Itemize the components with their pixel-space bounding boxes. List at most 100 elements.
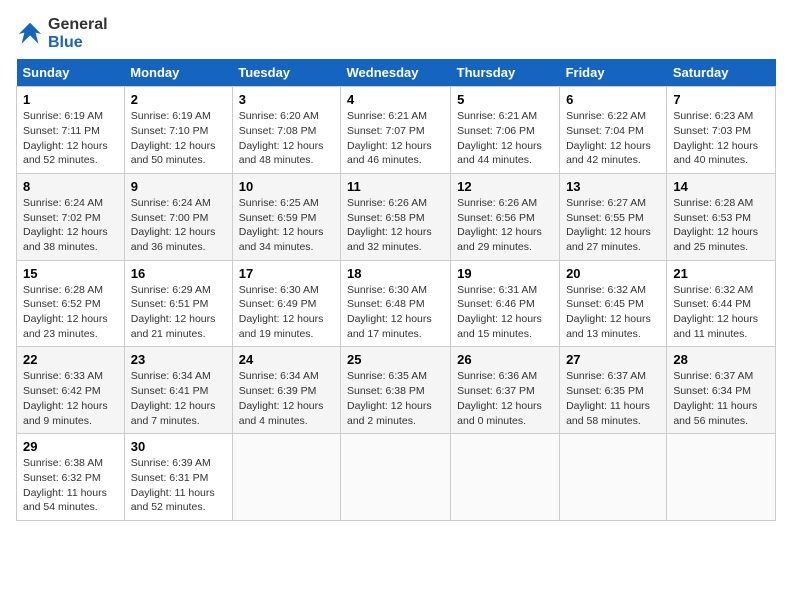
logo: General Blue bbox=[16, 16, 108, 51]
day-number: 27 bbox=[566, 352, 660, 367]
day-number: 7 bbox=[673, 92, 769, 107]
day-info: Sunrise: 6:34 AM Sunset: 6:39 PM Dayligh… bbox=[239, 369, 334, 428]
calendar-cell: 10 Sunrise: 6:25 AM Sunset: 6:59 PM Dayli… bbox=[232, 173, 340, 260]
calendar-cell: 6Sunrise: 6:22 AM Sunset: 7:04 PM Daylig… bbox=[560, 87, 667, 174]
calendar-cell: 20 Sunrise: 6:32 AM Sunset: 6:45 PM Dayli… bbox=[560, 260, 667, 347]
calendar-cell: 12 Sunrise: 6:26 AM Sunset: 6:56 PM Dayli… bbox=[451, 173, 560, 260]
day-info: Sunrise: 6:33 AM Sunset: 6:42 PM Dayligh… bbox=[23, 369, 118, 428]
calendar-week-4: 22 Sunrise: 6:33 AM Sunset: 6:42 PM Dayli… bbox=[17, 347, 776, 434]
calendar-week-1: 1Sunrise: 6:19 AM Sunset: 7:11 PM Daylig… bbox=[17, 87, 776, 174]
calendar-cell: 2 Sunrise: 6:19 AM Sunset: 7:10 PM Daylig… bbox=[124, 87, 232, 174]
day-info: Sunrise: 6:27 AM Sunset: 6:55 PM Dayligh… bbox=[566, 196, 660, 255]
logo-icon bbox=[16, 20, 44, 48]
day-info: Sunrise: 6:30 AM Sunset: 6:48 PM Dayligh… bbox=[347, 283, 444, 342]
page-header: General Blue bbox=[16, 16, 776, 51]
day-info: Sunrise: 6:25 AM Sunset: 6:59 PM Dayligh… bbox=[239, 196, 334, 255]
day-number: 24 bbox=[239, 352, 334, 367]
day-number: 22 bbox=[23, 352, 118, 367]
calendar-header-row: SundayMondayTuesdayWednesdayThursdayFrid… bbox=[17, 59, 776, 87]
calendar-cell: 16 Sunrise: 6:29 AM Sunset: 6:51 PM Dayli… bbox=[124, 260, 232, 347]
calendar-cell: 19 Sunrise: 6:31 AM Sunset: 6:46 PM Dayli… bbox=[451, 260, 560, 347]
calendar-cell bbox=[451, 434, 560, 521]
day-info: Sunrise: 6:38 AM Sunset: 6:32 PM Dayligh… bbox=[23, 456, 118, 515]
calendar-cell: 24 Sunrise: 6:34 AM Sunset: 6:39 PM Dayli… bbox=[232, 347, 340, 434]
calendar-cell: 25 Sunrise: 6:35 AM Sunset: 6:38 PM Dayli… bbox=[340, 347, 450, 434]
calendar-table: SundayMondayTuesdayWednesdayThursdayFrid… bbox=[16, 59, 776, 521]
day-info: Sunrise: 6:37 AM Sunset: 6:35 PM Dayligh… bbox=[566, 369, 660, 428]
calendar-cell: 15 Sunrise: 6:28 AM Sunset: 6:52 PM Dayli… bbox=[17, 260, 125, 347]
day-number: 2 bbox=[131, 92, 226, 107]
column-header-wednesday: Wednesday bbox=[340, 59, 450, 87]
day-number: 9 bbox=[131, 179, 226, 194]
day-number: 30 bbox=[131, 439, 226, 454]
day-number: 20 bbox=[566, 266, 660, 281]
day-info: Sunrise: 6:30 AM Sunset: 6:49 PM Dayligh… bbox=[239, 283, 334, 342]
day-info: Sunrise: 6:28 AM Sunset: 6:52 PM Dayligh… bbox=[23, 283, 118, 342]
day-info: Sunrise: 6:19 AM Sunset: 7:10 PM Dayligh… bbox=[131, 109, 226, 168]
day-number: 4 bbox=[347, 92, 444, 107]
day-number: 15 bbox=[23, 266, 118, 281]
calendar-cell bbox=[232, 434, 340, 521]
calendar-cell: 7 Sunrise: 6:23 AM Sunset: 7:03 PM Daylig… bbox=[667, 87, 776, 174]
day-number: 5 bbox=[457, 92, 553, 107]
day-number: 16 bbox=[131, 266, 226, 281]
column-header-tuesday: Tuesday bbox=[232, 59, 340, 87]
calendar-cell: 13 Sunrise: 6:27 AM Sunset: 6:55 PM Dayli… bbox=[560, 173, 667, 260]
day-info: Sunrise: 6:24 AM Sunset: 7:00 PM Dayligh… bbox=[131, 196, 226, 255]
day-number: 3 bbox=[239, 92, 334, 107]
calendar-cell: 4 Sunrise: 6:21 AM Sunset: 7:07 PM Daylig… bbox=[340, 87, 450, 174]
column-header-saturday: Saturday bbox=[667, 59, 776, 87]
day-number: 8 bbox=[23, 179, 118, 194]
column-header-thursday: Thursday bbox=[451, 59, 560, 87]
day-info: Sunrise: 6:32 AM Sunset: 6:45 PM Dayligh… bbox=[566, 283, 660, 342]
day-number: 28 bbox=[673, 352, 769, 367]
column-header-friday: Friday bbox=[560, 59, 667, 87]
day-info: Sunrise: 6:35 AM Sunset: 6:38 PM Dayligh… bbox=[347, 369, 444, 428]
calendar-cell: 17 Sunrise: 6:30 AM Sunset: 6:49 PM Dayli… bbox=[232, 260, 340, 347]
day-info: Sunrise: 6:21 AM Sunset: 7:07 PM Dayligh… bbox=[347, 109, 444, 168]
day-number: 1 bbox=[23, 92, 118, 107]
day-info: Sunrise: 6:21 AM Sunset: 7:06 PM Dayligh… bbox=[457, 109, 553, 168]
day-info: Sunrise: 6:37 AM Sunset: 6:34 PM Dayligh… bbox=[673, 369, 769, 428]
day-info: Sunrise: 6:29 AM Sunset: 6:51 PM Dayligh… bbox=[131, 283, 226, 342]
day-info: Sunrise: 6:32 AM Sunset: 6:44 PM Dayligh… bbox=[673, 283, 769, 342]
day-number: 10 bbox=[239, 179, 334, 194]
day-number: 14 bbox=[673, 179, 769, 194]
calendar-cell: 1Sunrise: 6:19 AM Sunset: 7:11 PM Daylig… bbox=[17, 87, 125, 174]
calendar-week-3: 15 Sunrise: 6:28 AM Sunset: 6:52 PM Dayli… bbox=[17, 260, 776, 347]
day-number: 19 bbox=[457, 266, 553, 281]
calendar-cell: 8 Sunrise: 6:24 AM Sunset: 7:02 PM Daylig… bbox=[17, 173, 125, 260]
day-info: Sunrise: 6:26 AM Sunset: 6:58 PM Dayligh… bbox=[347, 196, 444, 255]
calendar-cell: 5 Sunrise: 6:21 AM Sunset: 7:06 PM Daylig… bbox=[451, 87, 560, 174]
calendar-cell: 3 Sunrise: 6:20 AM Sunset: 7:08 PM Daylig… bbox=[232, 87, 340, 174]
day-info: Sunrise: 6:34 AM Sunset: 6:41 PM Dayligh… bbox=[131, 369, 226, 428]
day-number: 13 bbox=[566, 179, 660, 194]
day-number: 11 bbox=[347, 179, 444, 194]
day-info: Sunrise: 6:22 AM Sunset: 7:04 PM Dayligh… bbox=[566, 109, 660, 168]
day-info: Sunrise: 6:20 AM Sunset: 7:08 PM Dayligh… bbox=[239, 109, 334, 168]
day-number: 21 bbox=[673, 266, 769, 281]
day-number: 12 bbox=[457, 179, 553, 194]
day-info: Sunrise: 6:24 AM Sunset: 7:02 PM Dayligh… bbox=[23, 196, 118, 255]
day-number: 17 bbox=[239, 266, 334, 281]
calendar-cell: 18 Sunrise: 6:30 AM Sunset: 6:48 PM Dayli… bbox=[340, 260, 450, 347]
calendar-week-2: 8 Sunrise: 6:24 AM Sunset: 7:02 PM Daylig… bbox=[17, 173, 776, 260]
calendar-cell: 30Sunrise: 6:39 AM Sunset: 6:31 PM Dayli… bbox=[124, 434, 232, 521]
day-info: Sunrise: 6:28 AM Sunset: 6:53 PM Dayligh… bbox=[673, 196, 769, 255]
column-header-sunday: Sunday bbox=[17, 59, 125, 87]
logo-text: General Blue bbox=[48, 16, 108, 51]
calendar-cell: 22 Sunrise: 6:33 AM Sunset: 6:42 PM Dayli… bbox=[17, 347, 125, 434]
calendar-cell: 26 Sunrise: 6:36 AM Sunset: 6:37 PM Dayli… bbox=[451, 347, 560, 434]
day-number: 29 bbox=[23, 439, 118, 454]
day-number: 23 bbox=[131, 352, 226, 367]
day-number: 18 bbox=[347, 266, 444, 281]
day-info: Sunrise: 6:36 AM Sunset: 6:37 PM Dayligh… bbox=[457, 369, 553, 428]
calendar-cell bbox=[560, 434, 667, 521]
day-info: Sunrise: 6:26 AM Sunset: 6:56 PM Dayligh… bbox=[457, 196, 553, 255]
calendar-week-5: 29 Sunrise: 6:38 AM Sunset: 6:32 PM Dayli… bbox=[17, 434, 776, 521]
calendar-cell: 9 Sunrise: 6:24 AM Sunset: 7:00 PM Daylig… bbox=[124, 173, 232, 260]
day-number: 26 bbox=[457, 352, 553, 367]
day-number: 25 bbox=[347, 352, 444, 367]
day-info: Sunrise: 6:31 AM Sunset: 6:46 PM Dayligh… bbox=[457, 283, 553, 342]
day-info: Sunrise: 6:23 AM Sunset: 7:03 PM Dayligh… bbox=[673, 109, 769, 168]
